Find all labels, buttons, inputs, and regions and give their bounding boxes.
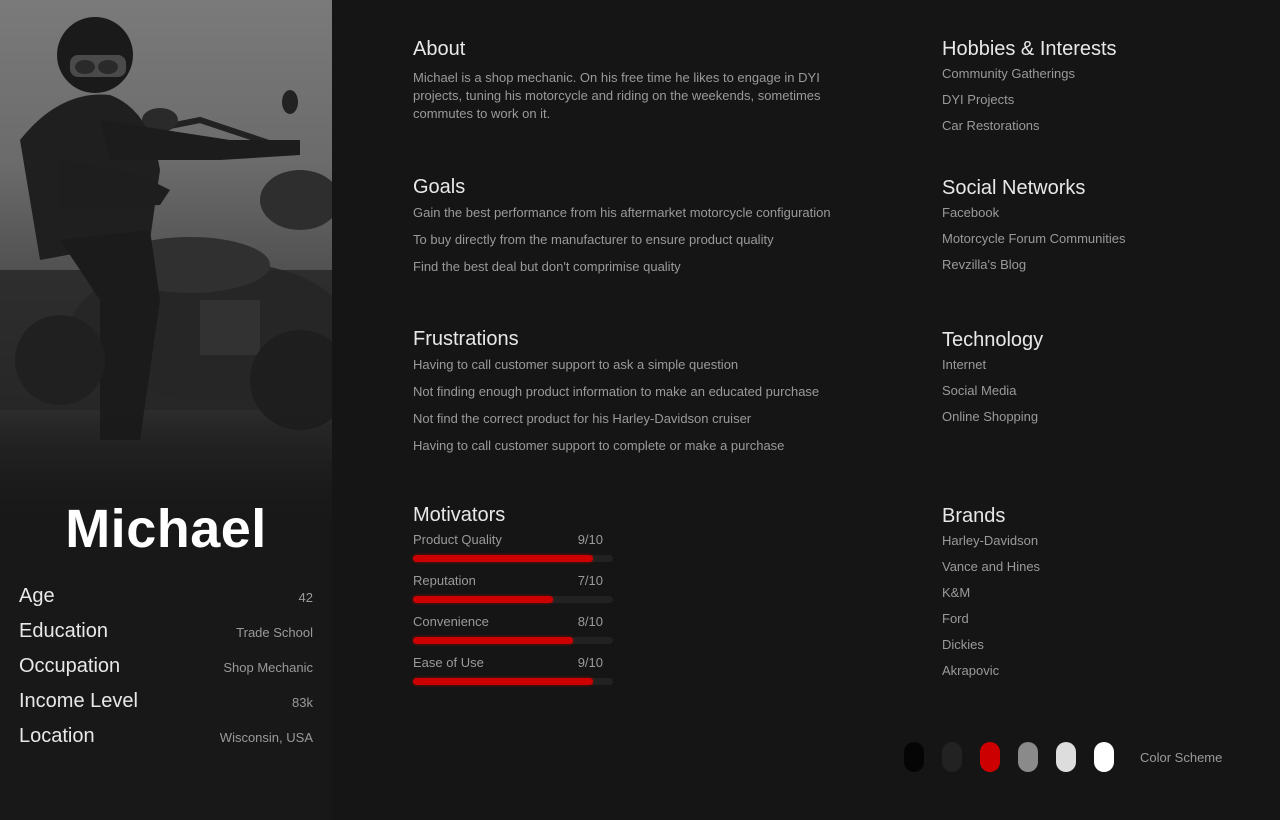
motivator-convenience: Convenience 8/10 xyxy=(413,614,613,655)
brand-item: Harley-Davidson xyxy=(942,533,1039,548)
brand-item: Ford xyxy=(942,611,969,626)
motivator-bar-track xyxy=(413,555,613,562)
section-title: Goals xyxy=(413,176,466,198)
goal-item: To buy directly from the manufacturer to… xyxy=(413,232,774,247)
motivators-section: Motivators Product Quality 9/10 Reputati… xyxy=(413,504,613,696)
frustration-item: Having to call customer support to compl… xyxy=(413,438,785,453)
frustration-item: Not finding enough product information t… xyxy=(413,384,820,399)
persona-name: Michael xyxy=(65,499,267,559)
goals-section: Goals Gain the best performance from his… xyxy=(413,176,831,285)
persona-sidebar: Michael Age 42 Education Trade School Oc… xyxy=(0,0,332,820)
social-networks-section: Social Networks Facebook Motorcycle Foru… xyxy=(942,177,1126,282)
motivator-label: Product Quality xyxy=(413,532,502,547)
social-network-item: Revzilla's Blog xyxy=(942,257,1027,272)
section-title: Brands xyxy=(942,505,1006,527)
demographic-value: Wisconsin, USA xyxy=(219,730,313,745)
motivator-bar-fill xyxy=(413,637,573,644)
brand-item: K&M xyxy=(942,585,971,600)
section-title: Motivators xyxy=(413,504,506,526)
demographic-income: Income Level 83k xyxy=(19,690,313,725)
color-swatch xyxy=(1056,742,1076,772)
motivator-score: 9/10 xyxy=(577,532,603,547)
motivator-bar-fill xyxy=(413,555,593,562)
brand-item: Dickies xyxy=(942,637,984,652)
motivator-bar-track xyxy=(413,596,613,603)
demographic-value: 83k xyxy=(292,695,313,710)
technology-item: Internet xyxy=(942,357,987,372)
hobby-item: Car Restorations xyxy=(942,118,1040,133)
demographic-label: Education xyxy=(19,620,108,642)
color-swatch xyxy=(1094,742,1114,772)
motivator-product-quality: Product Quality 9/10 xyxy=(413,532,613,573)
motivator-score: 8/10 xyxy=(577,614,603,629)
section-title: Hobbies & Interests xyxy=(942,38,1117,60)
demographic-label: Age xyxy=(19,585,55,607)
demographic-label: Location xyxy=(19,725,95,747)
goal-item: Gain the best performance from his after… xyxy=(413,205,831,220)
brands-section: Brands Harley-Davidson Vance and Hines K… xyxy=(942,505,1040,688)
color-swatch xyxy=(980,742,1000,772)
motivator-ease-of-use: Ease of Use 9/10 xyxy=(413,655,613,696)
motivator-score: 9/10 xyxy=(577,655,603,670)
color-swatch xyxy=(904,742,924,772)
section-title: About xyxy=(413,38,466,60)
motivator-bar-fill xyxy=(413,678,593,685)
color-swatch xyxy=(1018,742,1038,772)
demographic-value: 42 xyxy=(298,590,313,605)
demographic-label: Occupation xyxy=(19,655,121,677)
hobby-item: DYI Projects xyxy=(942,92,1015,107)
hobbies-section: Hobbies & Interests Community Gatherings… xyxy=(942,38,1117,143)
social-network-item: Facebook xyxy=(942,205,1000,220)
social-network-item: Motorcycle Forum Communities xyxy=(942,231,1126,246)
motivator-bar-track xyxy=(413,678,613,685)
demographic-occupation: Occupation Shop Mechanic xyxy=(19,655,313,690)
demographics-list: Age 42 Education Trade School Occupation… xyxy=(19,585,313,760)
persona-photo xyxy=(0,0,332,545)
color-swatch xyxy=(942,742,962,772)
color-scheme: Color Scheme xyxy=(904,742,1222,772)
demographic-value: Trade School xyxy=(236,625,313,640)
motivator-reputation: Reputation 7/10 xyxy=(413,573,613,614)
motivator-bar-fill xyxy=(413,596,553,603)
motivator-label: Convenience xyxy=(413,614,489,629)
frustration-item: Having to call customer support to ask a… xyxy=(413,357,739,372)
technology-section: Technology Internet Social Media Online … xyxy=(942,329,1043,434)
demographic-education: Education Trade School xyxy=(19,620,313,655)
technology-item: Online Shopping xyxy=(942,409,1039,424)
section-title: Technology xyxy=(942,329,1044,351)
demographic-age: Age 42 xyxy=(19,585,313,620)
motivator-label: Reputation xyxy=(413,573,476,588)
technology-item: Social Media xyxy=(942,383,1017,398)
frustration-item: Not find the correct product for his Har… xyxy=(413,411,752,426)
section-title: Frustrations xyxy=(413,328,519,350)
demographic-label: Income Level xyxy=(19,690,138,712)
motivator-label: Ease of Use xyxy=(413,655,484,670)
color-scheme-label: Color Scheme xyxy=(1140,749,1223,765)
about-section: About Michael is a shop mechanic. On his… xyxy=(413,38,863,123)
brand-item: Akrapovic xyxy=(942,663,1000,678)
motivator-bar-track xyxy=(413,637,613,644)
about-text: Michael is a shop mechanic. On his free … xyxy=(413,70,821,121)
demographic-location: Location Wisconsin, USA xyxy=(19,725,313,760)
motivator-score: 7/10 xyxy=(577,573,603,588)
frustrations-section: Frustrations Having to call customer sup… xyxy=(413,328,819,462)
goal-item: Find the best deal but don't comprimise … xyxy=(413,259,681,274)
demographic-value: Shop Mechanic xyxy=(223,660,313,675)
section-title: Social Networks xyxy=(942,177,1086,199)
hobby-item: Community Gatherings xyxy=(942,66,1075,81)
brand-item: Vance and Hines xyxy=(942,559,1041,574)
